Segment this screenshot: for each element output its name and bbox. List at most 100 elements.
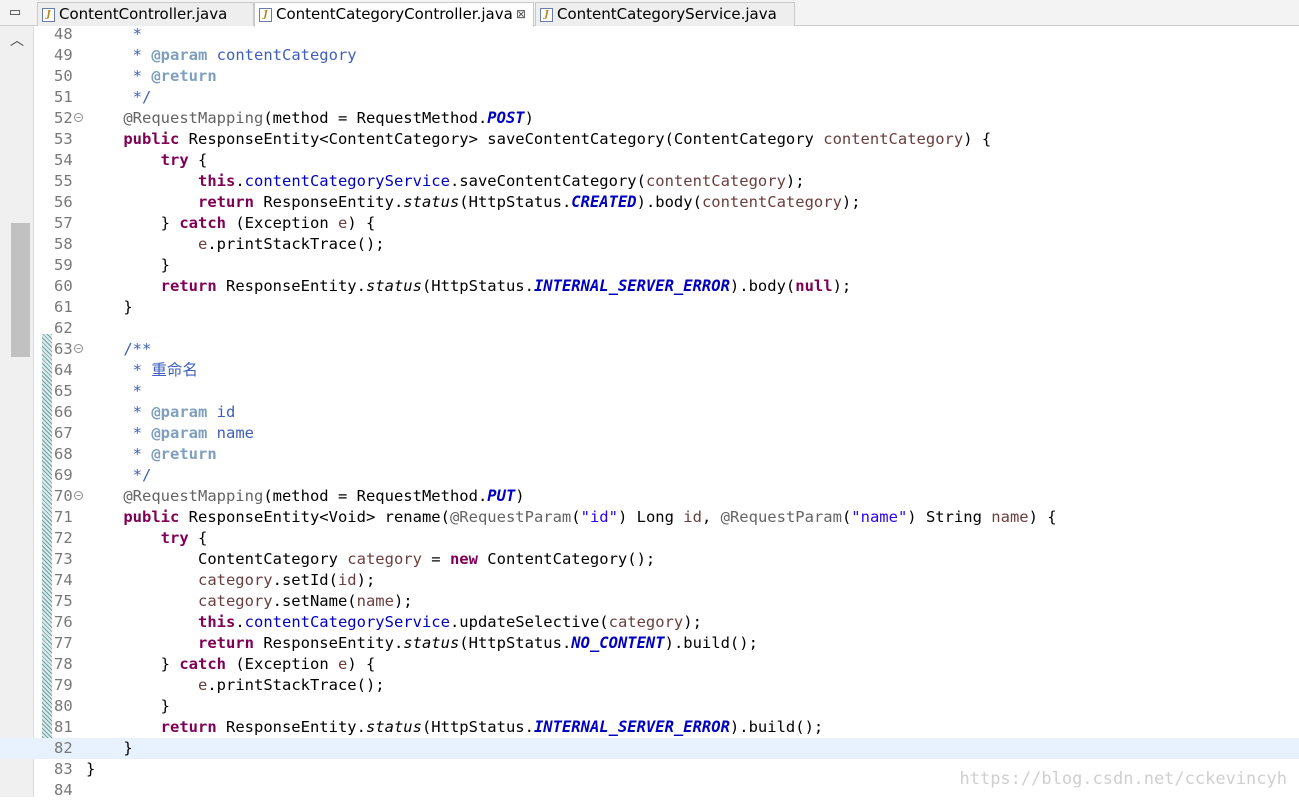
code-line[interactable]: 69 */: [0, 465, 1299, 486]
code-text: }: [86, 760, 96, 778]
line-number: 52: [54, 109, 73, 127]
code-text: }: [86, 256, 170, 274]
code-text: return ResponseEntity.status(HttpStatus.…: [160, 277, 852, 295]
code-line[interactable]: 62: [0, 318, 1299, 339]
code-line[interactable]: 63− /**: [0, 339, 1299, 360]
code-text: this.contentCategoryService.updateSelect…: [197, 613, 702, 631]
code-line[interactable]: 77 return ResponseEntity.status(HttpStat…: [0, 633, 1299, 654]
code-text: e.printStackTrace();: [197, 235, 385, 253]
line-number: 59: [54, 256, 73, 274]
code-line[interactable]: 50 * @return: [0, 66, 1299, 87]
line-number: 84: [54, 781, 73, 799]
code-text: } catch (Exception e) {: [86, 655, 376, 673]
code-line[interactable]: 57 } catch (Exception e) {: [0, 213, 1299, 234]
line-number: 61: [54, 298, 73, 316]
code-text: }: [86, 697, 170, 715]
code-text: return ResponseEntity.status(HttpStatus.…: [197, 193, 861, 211]
code-line[interactable]: 65 *: [0, 381, 1299, 402]
line-number: 58: [54, 235, 73, 253]
code-line[interactable]: 53 public ResponseEntity<ContentCategory…: [0, 129, 1299, 150]
line-number: 67: [54, 424, 73, 442]
code-text: category.setName(name);: [197, 592, 413, 610]
code-text: * 重命名: [86, 361, 198, 379]
code-line[interactable]: 80 }: [0, 696, 1299, 717]
code-line[interactable]: 49 * @param contentCategory: [0, 45, 1299, 66]
tab-content-controller[interactable]: J ContentController.java: [37, 2, 254, 26]
code-line[interactable]: 54 try {: [0, 150, 1299, 171]
code-line[interactable]: 68 * @return: [0, 444, 1299, 465]
code-line[interactable]: 78 } catch (Exception e) {: [0, 654, 1299, 675]
fold-toggle-icon[interactable]: −: [74, 491, 83, 500]
tab-label: ContentCategoryService.java: [557, 5, 777, 23]
code-line[interactable]: 74 category.setId(id);: [0, 570, 1299, 591]
code-text: * @return: [86, 445, 217, 463]
line-number: 56: [54, 193, 73, 211]
fold-toggle-icon[interactable]: −: [74, 113, 83, 122]
code-text: }: [86, 298, 133, 316]
fold-toggle-icon[interactable]: −: [74, 344, 83, 353]
code-text: return ResponseEntity.status(HttpStatus.…: [197, 634, 758, 652]
line-number: 81: [54, 718, 73, 736]
code-line[interactable]: 56 return ResponseEntity.status(HttpStat…: [0, 192, 1299, 213]
line-number: 77: [54, 634, 73, 652]
code-text: category.setId(id);: [197, 571, 376, 589]
line-number: 62: [54, 319, 73, 337]
code-line[interactable]: 82 }: [0, 738, 1299, 759]
code-text: return ResponseEntity.status(HttpStatus.…: [160, 718, 824, 736]
line-number: 78: [54, 655, 73, 673]
code-text: this.contentCategoryService.saveContentC…: [197, 172, 805, 190]
line-number: 76: [54, 613, 73, 631]
code-line[interactable]: 76 this.contentCategoryService.updateSel…: [0, 612, 1299, 633]
code-text: * @param id: [86, 403, 236, 421]
line-number: 71: [54, 508, 73, 526]
line-number: 66: [54, 403, 73, 421]
code-text: }: [86, 739, 133, 757]
code-text: */: [86, 466, 152, 484]
close-icon[interactable]: ⊠: [516, 3, 526, 25]
code-text: e.printStackTrace();: [197, 676, 385, 694]
code-text: } catch (Exception e) {: [86, 214, 376, 232]
java-file-icon: J: [259, 8, 272, 22]
line-number: 79: [54, 676, 73, 694]
code-line[interactable]: 70− @RequestMapping(method = RequestMeth…: [0, 486, 1299, 507]
line-number: 64: [54, 361, 73, 379]
code-line[interactable]: 71 public ResponseEntity<Void> rename(@R…: [0, 507, 1299, 528]
code-line[interactable]: 81 return ResponseEntity.status(HttpStat…: [0, 717, 1299, 738]
code-line[interactable]: 79 e.printStackTrace();: [0, 675, 1299, 696]
editor-tab-bar: ▭ J ContentController.java J ContentCate…: [0, 0, 1299, 27]
line-number: 60: [54, 277, 73, 295]
line-number: 73: [54, 550, 73, 568]
code-line[interactable]: 72 try {: [0, 528, 1299, 549]
code-text: *: [86, 382, 142, 400]
code-line[interactable]: 75 category.setName(name);: [0, 591, 1299, 612]
code-line[interactable]: 48 *: [0, 24, 1299, 45]
code-line[interactable]: 66 * @param id: [0, 402, 1299, 423]
code-text: @RequestMapping(method = RequestMethod.P…: [123, 487, 525, 505]
tab-content-category-service[interactable]: J ContentCategoryService.java: [535, 2, 795, 26]
code-line[interactable]: 73 ContentCategory category = new Conten…: [0, 549, 1299, 570]
line-number: 83: [54, 760, 73, 778]
code-line[interactable]: 52− @RequestMapping(method = RequestMeth…: [0, 108, 1299, 129]
code-line[interactable]: 59 }: [0, 255, 1299, 276]
code-line[interactable]: 51 */: [0, 87, 1299, 108]
code-line[interactable]: 67 * @param name: [0, 423, 1299, 444]
line-number: 53: [54, 130, 73, 148]
line-number: 55: [54, 172, 73, 190]
line-number: 82: [54, 739, 73, 757]
line-number: 75: [54, 592, 73, 610]
code-line[interactable]: 58 e.printStackTrace();: [0, 234, 1299, 255]
minimize-icon[interactable]: ▭: [4, 3, 26, 23]
code-line[interactable]: 64 * 重命名: [0, 360, 1299, 381]
code-line[interactable]: 60 return ResponseEntity.status(HttpStat…: [0, 276, 1299, 297]
code-line[interactable]: 55 this.contentCategoryService.saveConte…: [0, 171, 1299, 192]
line-number: 51: [54, 88, 73, 106]
code-line[interactable]: 61 }: [0, 297, 1299, 318]
code-text: ContentCategory category = new ContentCa…: [86, 550, 656, 568]
line-number: 72: [54, 529, 73, 547]
code-text: *: [86, 25, 142, 43]
line-number: 63: [54, 340, 73, 358]
code-text: * @param contentCategory: [86, 46, 357, 64]
code-editor[interactable]: 48 * 49 * @param contentCategory 50 * @ret…: [0, 24, 1299, 799]
code-text: */: [86, 88, 152, 106]
code-text: try {: [160, 151, 208, 169]
